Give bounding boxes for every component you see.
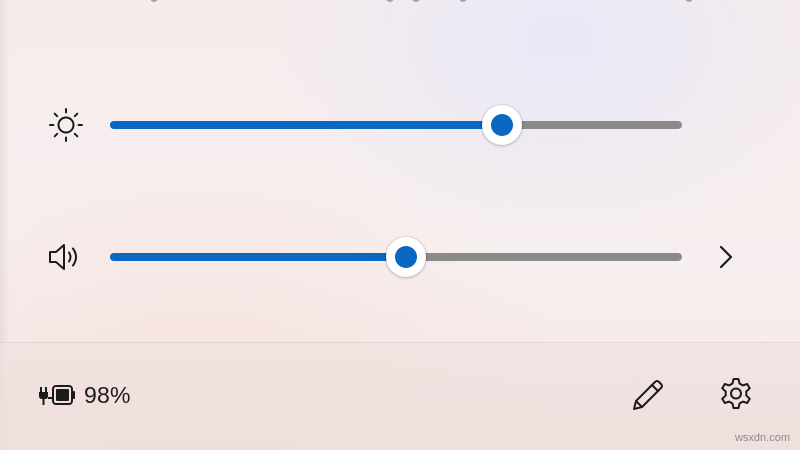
brightness-icon <box>44 105 88 145</box>
open-settings-button[interactable] <box>714 373 758 417</box>
edit-quick-settings-button[interactable] <box>626 373 670 417</box>
volume-slider[interactable] <box>110 237 682 277</box>
battery-status[interactable]: 98% <box>36 375 131 415</box>
gear-icon <box>714 378 758 421</box>
battery-percentage: 98% <box>84 381 131 408</box>
brightness-slider-thumb[interactable] <box>482 105 522 145</box>
clipped-top-content <box>0 0 800 8</box>
chevron-right-icon[interactable] <box>708 239 744 275</box>
battery-charging-icon <box>36 378 78 412</box>
watermark: wsxdn.com <box>734 432 790 444</box>
brightness-slider-fill <box>110 121 502 129</box>
volume-slider-thumb[interactable] <box>386 237 426 277</box>
pencil-icon <box>626 380 670 421</box>
brightness-row <box>0 95 800 155</box>
speaker-icon[interactable] <box>44 237 88 277</box>
quick-settings-footer: 98% wsxdn.com <box>0 343 800 450</box>
volume-row <box>0 227 800 287</box>
volume-slider-fill <box>110 253 406 261</box>
brightness-slider[interactable] <box>110 105 682 145</box>
quick-settings-panel: 98% wsxdn.com <box>0 0 800 450</box>
